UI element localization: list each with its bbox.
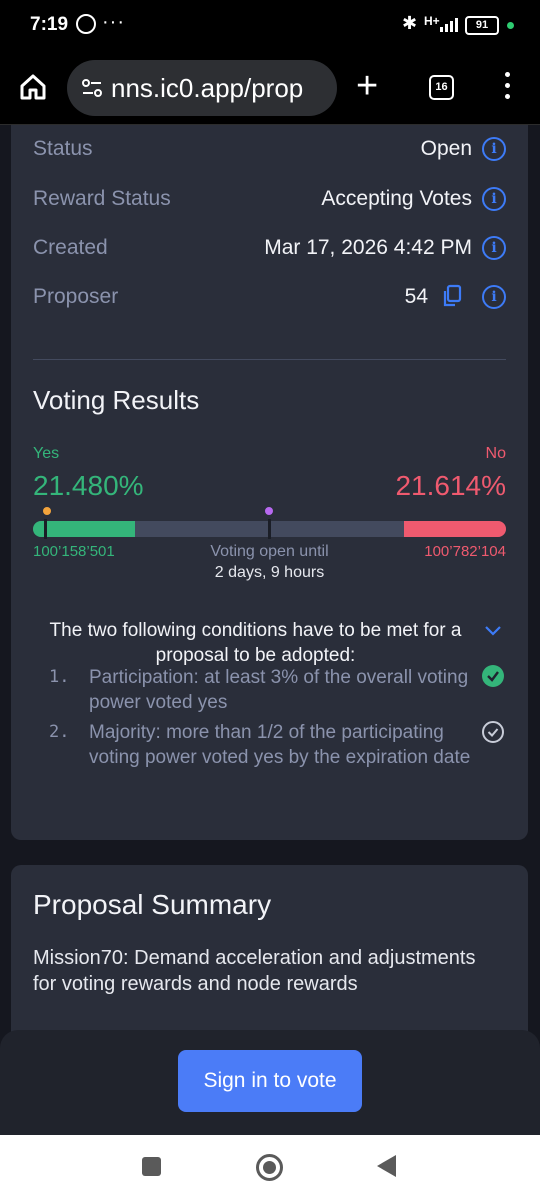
- tab-switcher-button[interactable]: 16: [429, 75, 454, 100]
- condition-item: 1. Participation: at least 3% of the ove…: [49, 665, 469, 715]
- condition-number: 1.: [49, 667, 70, 687]
- voting-results-title: Voting Results: [33, 385, 200, 415]
- system-navigation-bar: [0, 1135, 540, 1199]
- bar-tick-participation: [44, 519, 47, 539]
- sign-in-panel: Sign in to vote: [0, 1030, 540, 1135]
- detail-label: Proposer: [33, 285, 119, 308]
- yes-label: Yes: [33, 445, 60, 462]
- info-icon[interactable]: i: [482, 285, 506, 309]
- condition-text: Majority: more than 1/2 of the participa…: [89, 722, 471, 768]
- sign-in-button[interactable]: Sign in to vote: [178, 1050, 362, 1112]
- voting-open-label: Voting open until: [210, 543, 329, 560]
- whatsapp-icon: [76, 14, 96, 34]
- check-circle-filled-icon: [482, 665, 504, 687]
- detail-label: Status: [33, 137, 93, 160]
- condition-text: Participation: at least 3% of the overal…: [89, 667, 469, 713]
- no-bar-fill: [403, 521, 506, 537]
- summary-title: Proposal Summary: [33, 889, 272, 920]
- divider: [33, 359, 506, 360]
- check-circle-outline-icon: [482, 721, 504, 743]
- detail-label: Created: [33, 236, 108, 259]
- detail-value: Accepting Votes: [321, 187, 472, 210]
- condition-number: 2.: [49, 722, 70, 742]
- no-percent: 21.614%: [395, 470, 506, 501]
- detail-row-created: Created Mar 17, 2026 4:42 PM i: [33, 232, 506, 262]
- detail-row-status: Status Open i: [33, 133, 506, 163]
- proposer-id: 54: [404, 285, 428, 308]
- no-label: No: [485, 445, 506, 462]
- privacy-indicator-dot: [507, 22, 514, 29]
- detail-value: Mar 17, 2026 4:42 PM: [264, 236, 472, 259]
- info-icon[interactable]: i: [482, 187, 506, 211]
- browser-menu-button[interactable]: [497, 72, 517, 104]
- url-text: nns.ic0.app/prop: [111, 73, 304, 103]
- chevron-down-icon[interactable]: [484, 625, 502, 637]
- detail-label: Reward Status: [33, 187, 171, 210]
- page-content[interactable]: Status Open i Reward Status Accepting Vo…: [0, 125, 540, 1135]
- threshold-marker-majority: [265, 507, 273, 515]
- home-icon[interactable]: [18, 72, 48, 102]
- proposal-details-card: Status Open i Reward Status Accepting Vo…: [11, 125, 528, 840]
- home-circle-icon[interactable]: [256, 1154, 283, 1181]
- status-time: 7:19: [30, 14, 69, 35]
- copy-icon[interactable]: [442, 284, 462, 308]
- conditions-title[interactable]: The two following conditions have to be …: [33, 618, 478, 668]
- address-bar[interactable]: nns.ic0.app/prop: [67, 60, 337, 116]
- summary-text: Mission70: Demand acceleration and adjus…: [33, 947, 476, 995]
- detail-row-reward-status: Reward Status Accepting Votes i: [33, 183, 506, 213]
- recent-apps-icon[interactable]: [142, 1157, 161, 1176]
- time-remaining: 2 days, 9 hours: [214, 564, 325, 581]
- info-icon[interactable]: i: [482, 236, 506, 260]
- battery-icon: 91: [465, 16, 499, 35]
- info-icon[interactable]: i: [482, 137, 506, 161]
- site-settings-icon[interactable]: [81, 78, 103, 98]
- yes-bar-fill: [33, 521, 135, 537]
- new-tab-button[interactable]: +: [356, 62, 378, 110]
- bar-tick-majority: [268, 519, 271, 539]
- status-bar: 7:19 ··· ✱ H+ 91: [0, 0, 540, 52]
- bluetooth-icon: ✱: [402, 13, 418, 33]
- detail-row-proposer: Proposer 54 i: [33, 281, 506, 311]
- condition-item: 2. Majority: more than 1/2 of the partic…: [49, 720, 470, 795]
- detail-value: Open: [420, 137, 472, 160]
- browser-toolbar: nns.ic0.app/prop + 16: [0, 52, 540, 125]
- signal-icon: [440, 18, 458, 32]
- yes-percent: 21.480%: [33, 470, 144, 501]
- more-notifications-icon: ···: [102, 11, 125, 33]
- network-type-label: H+: [424, 14, 440, 28]
- threshold-marker-participation: [43, 507, 51, 515]
- back-icon[interactable]: [377, 1155, 396, 1177]
